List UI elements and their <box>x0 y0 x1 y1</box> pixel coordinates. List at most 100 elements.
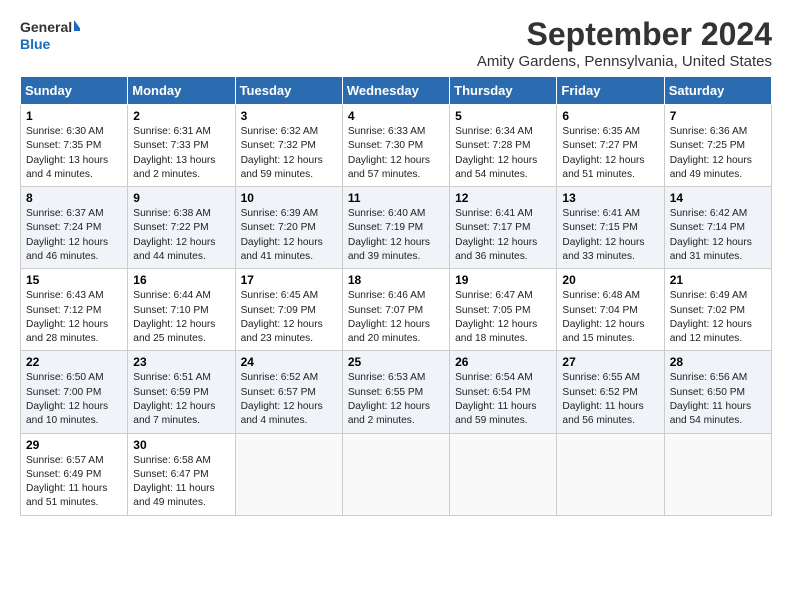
calendar-week-4: 22 Sunrise: 6:50 AMSunset: 7:00 PMDayligh… <box>21 351 772 433</box>
calendar-cell: 18 Sunrise: 6:46 AMSunset: 7:07 PMDayligh… <box>342 269 449 351</box>
calendar-cell: 24 Sunrise: 6:52 AMSunset: 6:57 PMDayligh… <box>235 351 342 433</box>
calendar-cell: 2Sunrise: 6:31 AMSunset: 7:33 PMDaylight… <box>128 105 235 187</box>
cell-info: Sunrise: 6:34 AMSunset: 7:28 PMDaylight:… <box>455 126 537 180</box>
calendar-cell: 12Sunrise: 6:41 AMSunset: 7:17 PMDayligh… <box>450 187 557 269</box>
calendar-week-1: 1 Sunrise: 6:30 AMSunset: 7:35 PMDaylight… <box>21 105 772 187</box>
day-number: 27 <box>562 355 658 369</box>
calendar-cell: 7Sunrise: 6:36 AMSunset: 7:25 PMDaylight… <box>664 105 771 187</box>
cell-info: Sunrise: 6:36 AMSunset: 7:25 PMDaylight:… <box>670 126 752 180</box>
col-sunday: Sunday <box>21 77 128 105</box>
cell-info: Sunrise: 6:52 AMSunset: 6:57 PMDaylight:… <box>241 372 323 426</box>
calendar-cell: 6 Sunrise: 6:35 AMSunset: 7:27 PMDaylight… <box>557 105 664 187</box>
day-number: 18 <box>348 273 444 287</box>
calendar-cell: 3Sunrise: 6:32 AMSunset: 7:32 PMDaylight… <box>235 105 342 187</box>
day-number: 20 <box>562 273 658 287</box>
cell-info: Sunrise: 6:33 AMSunset: 7:30 PMDaylight:… <box>348 126 430 180</box>
cell-info: Sunrise: 6:47 AMSunset: 7:05 PMDaylight:… <box>455 290 537 344</box>
calendar-cell: 10Sunrise: 6:39 AMSunset: 7:20 PMDayligh… <box>235 187 342 269</box>
cell-info: Sunrise: 6:46 AMSunset: 7:07 PMDaylight:… <box>348 290 430 344</box>
col-saturday: Saturday <box>664 77 771 105</box>
calendar-cell: 13 Sunrise: 6:41 AMSunset: 7:15 PMDayligh… <box>557 187 664 269</box>
day-number: 25 <box>348 355 444 369</box>
cell-info: Sunrise: 6:30 AMSunset: 7:35 PMDaylight:… <box>26 126 108 180</box>
day-number: 21 <box>670 273 766 287</box>
day-number: 16 <box>133 273 229 287</box>
day-number: 24 <box>241 355 337 369</box>
cell-info: Sunrise: 6:50 AMSunset: 7:00 PMDaylight:… <box>26 372 108 426</box>
logo: General Blue <box>20 16 80 58</box>
svg-text:General: General <box>20 19 72 35</box>
day-number: 26 <box>455 355 551 369</box>
day-number: 29 <box>26 438 122 452</box>
cell-info: Sunrise: 6:45 AMSunset: 7:09 PMDaylight:… <box>241 290 323 344</box>
day-number: 22 <box>26 355 122 369</box>
calendar-cell: 25 Sunrise: 6:53 AMSunset: 6:55 PMDayligh… <box>342 351 449 433</box>
cell-info: Sunrise: 6:55 AMSunset: 6:52 PMDaylight:… <box>562 372 643 426</box>
calendar-cell: 14Sunrise: 6:42 AMSunset: 7:14 PMDayligh… <box>664 187 771 269</box>
day-number: 28 <box>670 355 766 369</box>
col-friday: Friday <box>557 77 664 105</box>
calendar-cell: 9Sunrise: 6:38 AMSunset: 7:22 PMDaylight… <box>128 187 235 269</box>
calendar-title: September 2024 <box>477 16 772 53</box>
calendar-cell: 4 Sunrise: 6:33 AMSunset: 7:30 PMDaylight… <box>342 105 449 187</box>
cell-info: Sunrise: 6:57 AMSunset: 6:49 PMDaylight:… <box>26 455 107 509</box>
calendar-cell: 16 Sunrise: 6:44 AMSunset: 7:10 PMDayligh… <box>128 269 235 351</box>
calendar-cell: 15 Sunrise: 6:43 AMSunset: 7:12 PMDayligh… <box>21 269 128 351</box>
calendar-cell <box>450 433 557 515</box>
day-number: 5 <box>455 109 551 123</box>
cell-info: Sunrise: 6:58 AMSunset: 6:47 PMDaylight:… <box>133 455 214 509</box>
header-row: Sunday Monday Tuesday Wednesday Thursday… <box>21 77 772 105</box>
header: General Blue September 2024 Amity Garden… <box>20 16 772 70</box>
cell-info: Sunrise: 6:41 AMSunset: 7:15 PMDaylight:… <box>562 208 644 262</box>
calendar-cell <box>664 433 771 515</box>
cell-info: Sunrise: 6:38 AMSunset: 7:22 PMDaylight:… <box>133 208 215 262</box>
cell-info: Sunrise: 6:40 AMSunset: 7:19 PMDaylight:… <box>348 208 430 262</box>
calendar-cell: 29 Sunrise: 6:57 AMSunset: 6:49 PMDayligh… <box>21 433 128 515</box>
col-monday: Monday <box>128 77 235 105</box>
day-number: 3 <box>241 109 337 123</box>
svg-text:Blue: Blue <box>20 36 51 52</box>
col-wednesday: Wednesday <box>342 77 449 105</box>
day-number: 6 <box>562 109 658 123</box>
calendar-cell: 19 Sunrise: 6:47 AMSunset: 7:05 PMDayligh… <box>450 269 557 351</box>
day-number: 12 <box>455 191 551 205</box>
cell-info: Sunrise: 6:44 AMSunset: 7:10 PMDaylight:… <box>133 290 215 344</box>
cell-info: Sunrise: 6:56 AMSunset: 6:50 PMDaylight:… <box>670 372 751 426</box>
day-number: 30 <box>133 438 229 452</box>
calendar-cell: 27 Sunrise: 6:55 AMSunset: 6:52 PMDayligh… <box>557 351 664 433</box>
day-number: 14 <box>670 191 766 205</box>
day-number: 4 <box>348 109 444 123</box>
cell-info: Sunrise: 6:48 AMSunset: 7:04 PMDaylight:… <box>562 290 644 344</box>
calendar-cell: 28 Sunrise: 6:56 AMSunset: 6:50 PMDayligh… <box>664 351 771 433</box>
day-number: 1 <box>26 109 122 123</box>
day-number: 13 <box>562 191 658 205</box>
logo-svg: General Blue <box>20 16 80 58</box>
calendar-cell <box>235 433 342 515</box>
day-number: 11 <box>348 191 444 205</box>
cell-info: Sunrise: 6:53 AMSunset: 6:55 PMDaylight:… <box>348 372 430 426</box>
day-number: 2 <box>133 109 229 123</box>
day-number: 23 <box>133 355 229 369</box>
calendar-cell <box>342 433 449 515</box>
calendar-cell: 26 Sunrise: 6:54 AMSunset: 6:54 PMDayligh… <box>450 351 557 433</box>
calendar-cell: 30 Sunrise: 6:58 AMSunset: 6:47 PMDayligh… <box>128 433 235 515</box>
day-number: 10 <box>241 191 337 205</box>
day-number: 17 <box>241 273 337 287</box>
cell-info: Sunrise: 6:54 AMSunset: 6:54 PMDaylight:… <box>455 372 536 426</box>
calendar-cell <box>557 433 664 515</box>
calendar-cell: 8Sunrise: 6:37 AMSunset: 7:24 PMDaylight… <box>21 187 128 269</box>
cell-info: Sunrise: 6:43 AMSunset: 7:12 PMDaylight:… <box>26 290 108 344</box>
calendar-cell: 11 Sunrise: 6:40 AMSunset: 7:19 PMDayligh… <box>342 187 449 269</box>
calendar-week-2: 8Sunrise: 6:37 AMSunset: 7:24 PMDaylight… <box>21 187 772 269</box>
calendar-cell: 17 Sunrise: 6:45 AMSunset: 7:09 PMDayligh… <box>235 269 342 351</box>
cell-info: Sunrise: 6:35 AMSunset: 7:27 PMDaylight:… <box>562 126 644 180</box>
day-number: 8 <box>26 191 122 205</box>
calendar-cell: 20 Sunrise: 6:48 AMSunset: 7:04 PMDayligh… <box>557 269 664 351</box>
day-number: 15 <box>26 273 122 287</box>
calendar-table: Sunday Monday Tuesday Wednesday Thursday… <box>20 76 772 516</box>
col-tuesday: Tuesday <box>235 77 342 105</box>
day-number: 19 <box>455 273 551 287</box>
calendar-cell: 21Sunrise: 6:49 AMSunset: 7:02 PMDayligh… <box>664 269 771 351</box>
calendar-cell: 23Sunrise: 6:51 AMSunset: 6:59 PMDayligh… <box>128 351 235 433</box>
calendar-cell: 1 Sunrise: 6:30 AMSunset: 7:35 PMDaylight… <box>21 105 128 187</box>
